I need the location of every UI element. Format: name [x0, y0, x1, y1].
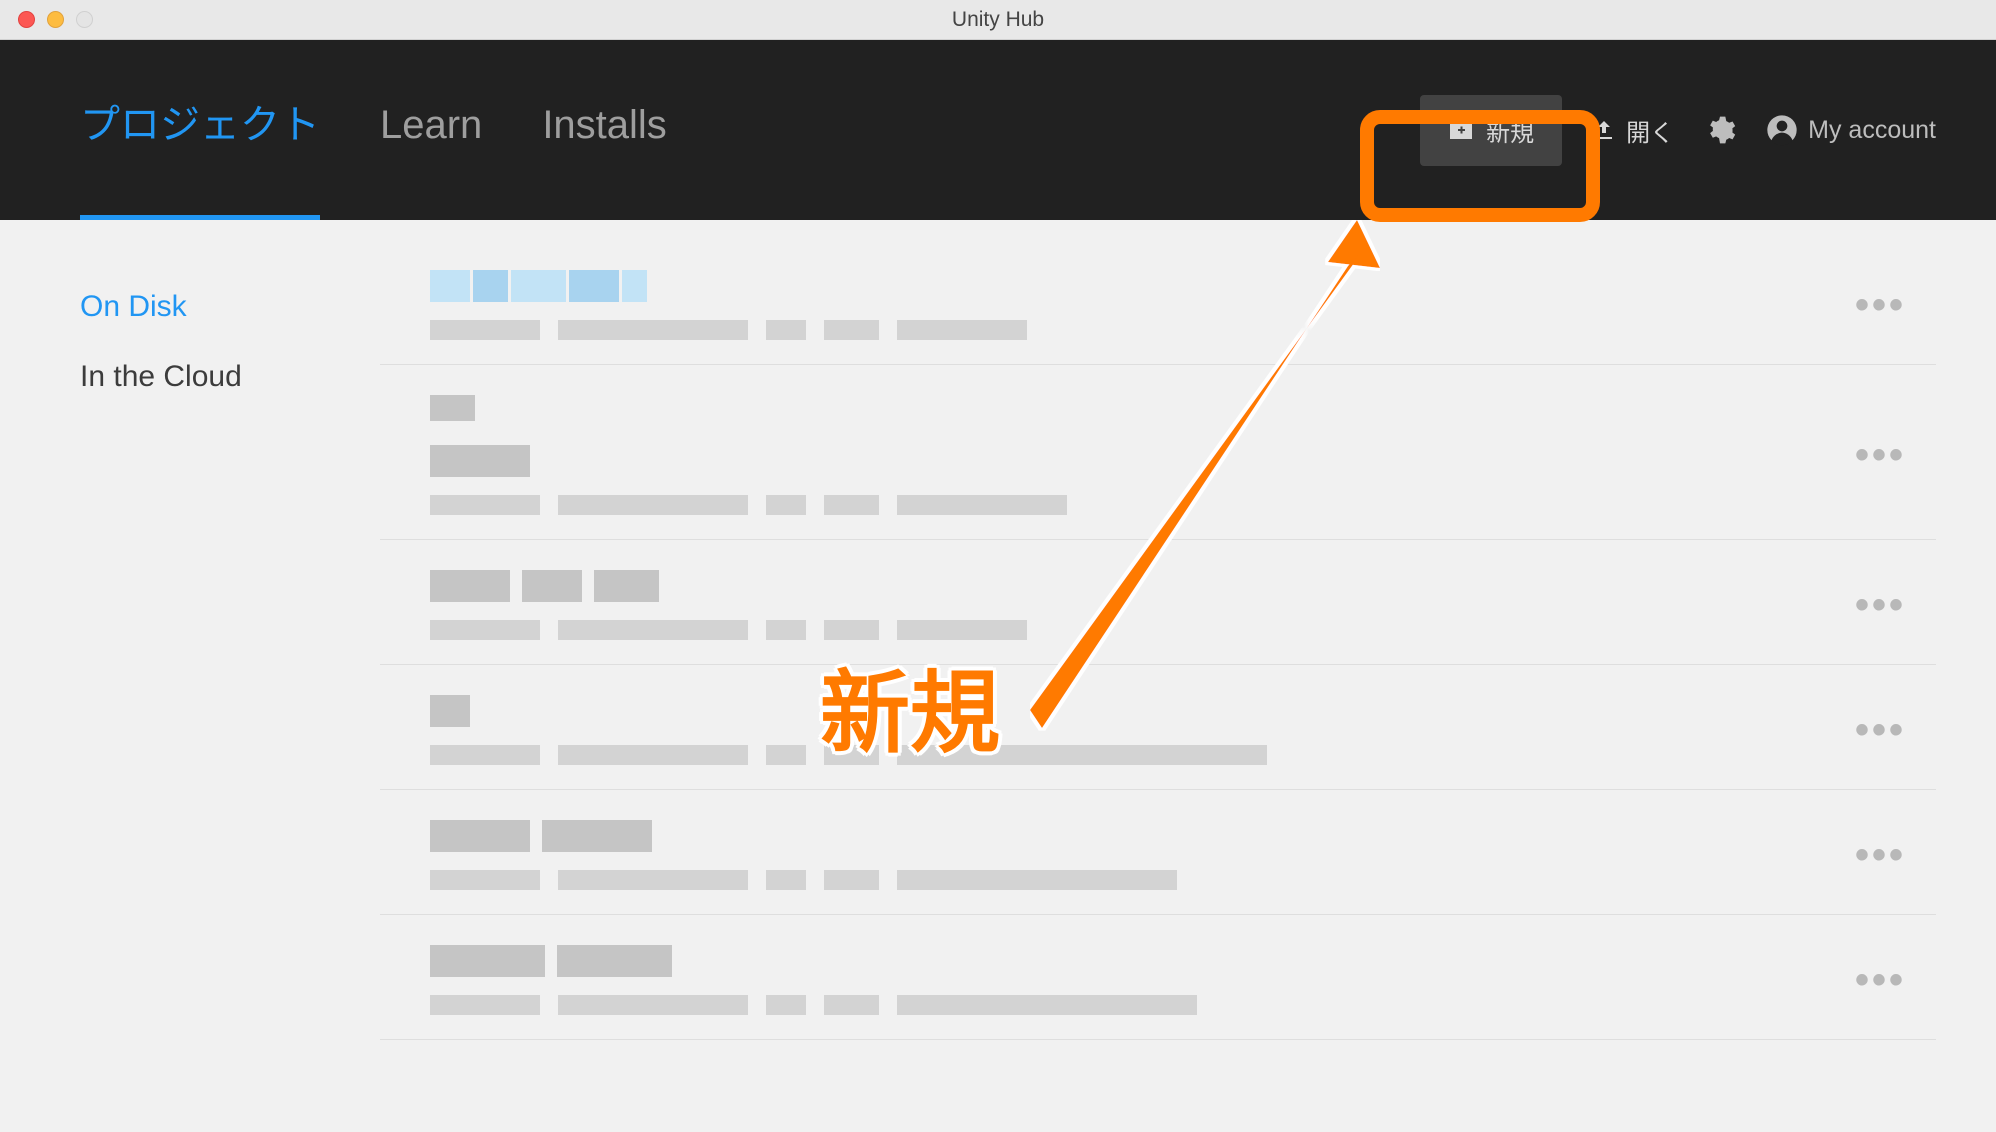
project-list: ••• ••• ••• •••: [380, 220, 1996, 1132]
project-row[interactable]: •••: [380, 365, 1936, 540]
project-more-button[interactable]: •••: [1855, 958, 1916, 1003]
folder-plus-icon: [1448, 119, 1474, 141]
settings-button[interactable]: [1704, 114, 1736, 146]
sidebar-item-on-disk[interactable]: On Disk: [80, 290, 380, 324]
open-project-button[interactable]: 開く: [1592, 113, 1674, 148]
project-row[interactable]: •••: [380, 915, 1936, 1040]
window-title: Unity Hub: [952, 8, 1044, 32]
upload-icon: [1592, 118, 1616, 142]
sidebar: On Disk In the Cloud: [0, 220, 380, 1132]
main-tabs: プロジェクト Learn Installs: [80, 92, 1420, 168]
project-row[interactable]: •••: [380, 540, 1936, 665]
sidebar-item-cloud[interactable]: In the Cloud: [80, 360, 380, 394]
account-icon: [1766, 114, 1798, 146]
project-row[interactable]: •••: [380, 665, 1936, 790]
header: プロジェクト Learn Installs 新規 開く My account: [0, 40, 1996, 220]
project-more-button[interactable]: •••: [1855, 433, 1916, 478]
project-row[interactable]: •••: [380, 260, 1936, 365]
minimize-window-icon[interactable]: [47, 11, 64, 28]
header-actions: 新規 開く My account: [1420, 95, 1936, 166]
gear-icon: [1704, 114, 1736, 146]
new-project-button[interactable]: 新規: [1420, 95, 1562, 166]
project-info: [430, 270, 1855, 340]
account-button[interactable]: My account: [1766, 114, 1936, 146]
project-more-button[interactable]: •••: [1855, 708, 1916, 753]
project-more-button[interactable]: •••: [1855, 283, 1916, 328]
project-more-button[interactable]: •••: [1855, 833, 1916, 878]
project-info: [430, 945, 1855, 1015]
project-info: [430, 395, 1855, 515]
project-more-button[interactable]: •••: [1855, 583, 1916, 628]
tab-projects[interactable]: プロジェクト: [80, 92, 320, 168]
tab-installs[interactable]: Installs: [542, 103, 667, 166]
project-info: [430, 820, 1855, 890]
window-controls: [0, 11, 93, 28]
close-window-icon[interactable]: [18, 11, 35, 28]
new-button-label: 新規: [1486, 113, 1534, 148]
titlebar: Unity Hub: [0, 0, 1996, 40]
account-label: My account: [1808, 116, 1936, 145]
project-info: [430, 570, 1855, 640]
open-button-label: 開く: [1626, 113, 1674, 148]
maximize-window-icon[interactable]: [76, 11, 93, 28]
body: On Disk In the Cloud ••• ••• ••: [0, 220, 1996, 1132]
tab-learn[interactable]: Learn: [380, 103, 482, 166]
project-row[interactable]: •••: [380, 790, 1936, 915]
project-info: [430, 695, 1855, 765]
